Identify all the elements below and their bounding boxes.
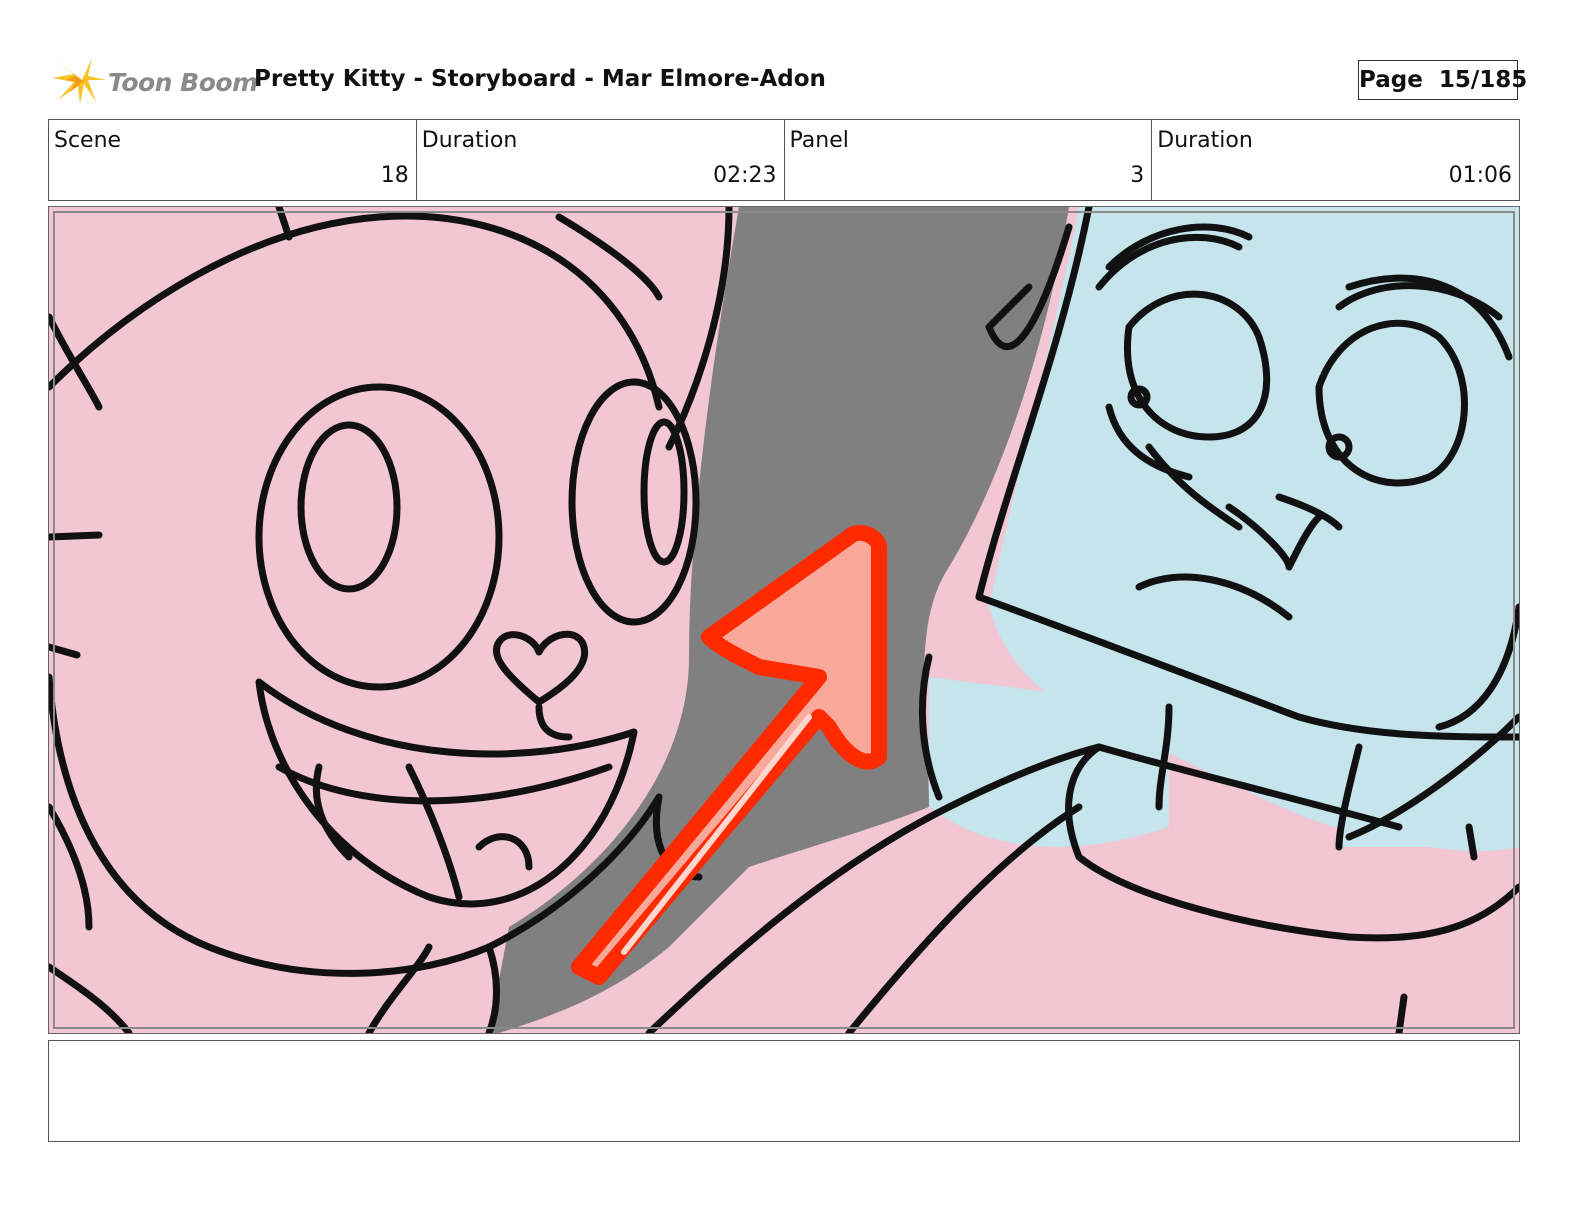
panel-sketch (49, 207, 1519, 1033)
page-number: 15/185 (1438, 67, 1528, 93)
toon-boom-logo: Toon Boom (52, 54, 258, 106)
starburst-icon (52, 58, 106, 104)
panel-duration-cell: Duration 01:06 (1151, 120, 1519, 200)
scene-value: 18 (380, 163, 409, 188)
page-label: Page (1359, 67, 1423, 93)
document-title: Pretty Kitty - Storyboard - Mar Elmore-A… (254, 66, 826, 92)
panel-notes-box (48, 1040, 1520, 1142)
storyboard-panel-image (48, 206, 1520, 1034)
scene-duration-label: Duration (421, 128, 518, 153)
panel-info-table: Scene 18 Duration 02:23 Panel 3 Duration… (48, 119, 1520, 201)
scene-cell: Scene 18 (49, 120, 416, 200)
scene-duration-cell: Duration 02:23 (415, 120, 784, 200)
logo-text: Toon Boom (108, 68, 258, 97)
panel-duration-value: 01:06 (1448, 163, 1512, 188)
scene-duration-value: 02:23 (713, 163, 777, 188)
page-header: Toon Boom Pretty Kitty - Storyboard - Ma… (48, 52, 1538, 108)
page-indicator: Page 15/185 (1358, 60, 1527, 100)
panel-cell: Panel 3 (783, 120, 1152, 200)
panel-label: Panel (789, 128, 849, 153)
panel-value: 3 (1130, 163, 1145, 188)
scene-label: Scene (54, 128, 122, 153)
panel-duration-label: Duration (1157, 128, 1253, 153)
